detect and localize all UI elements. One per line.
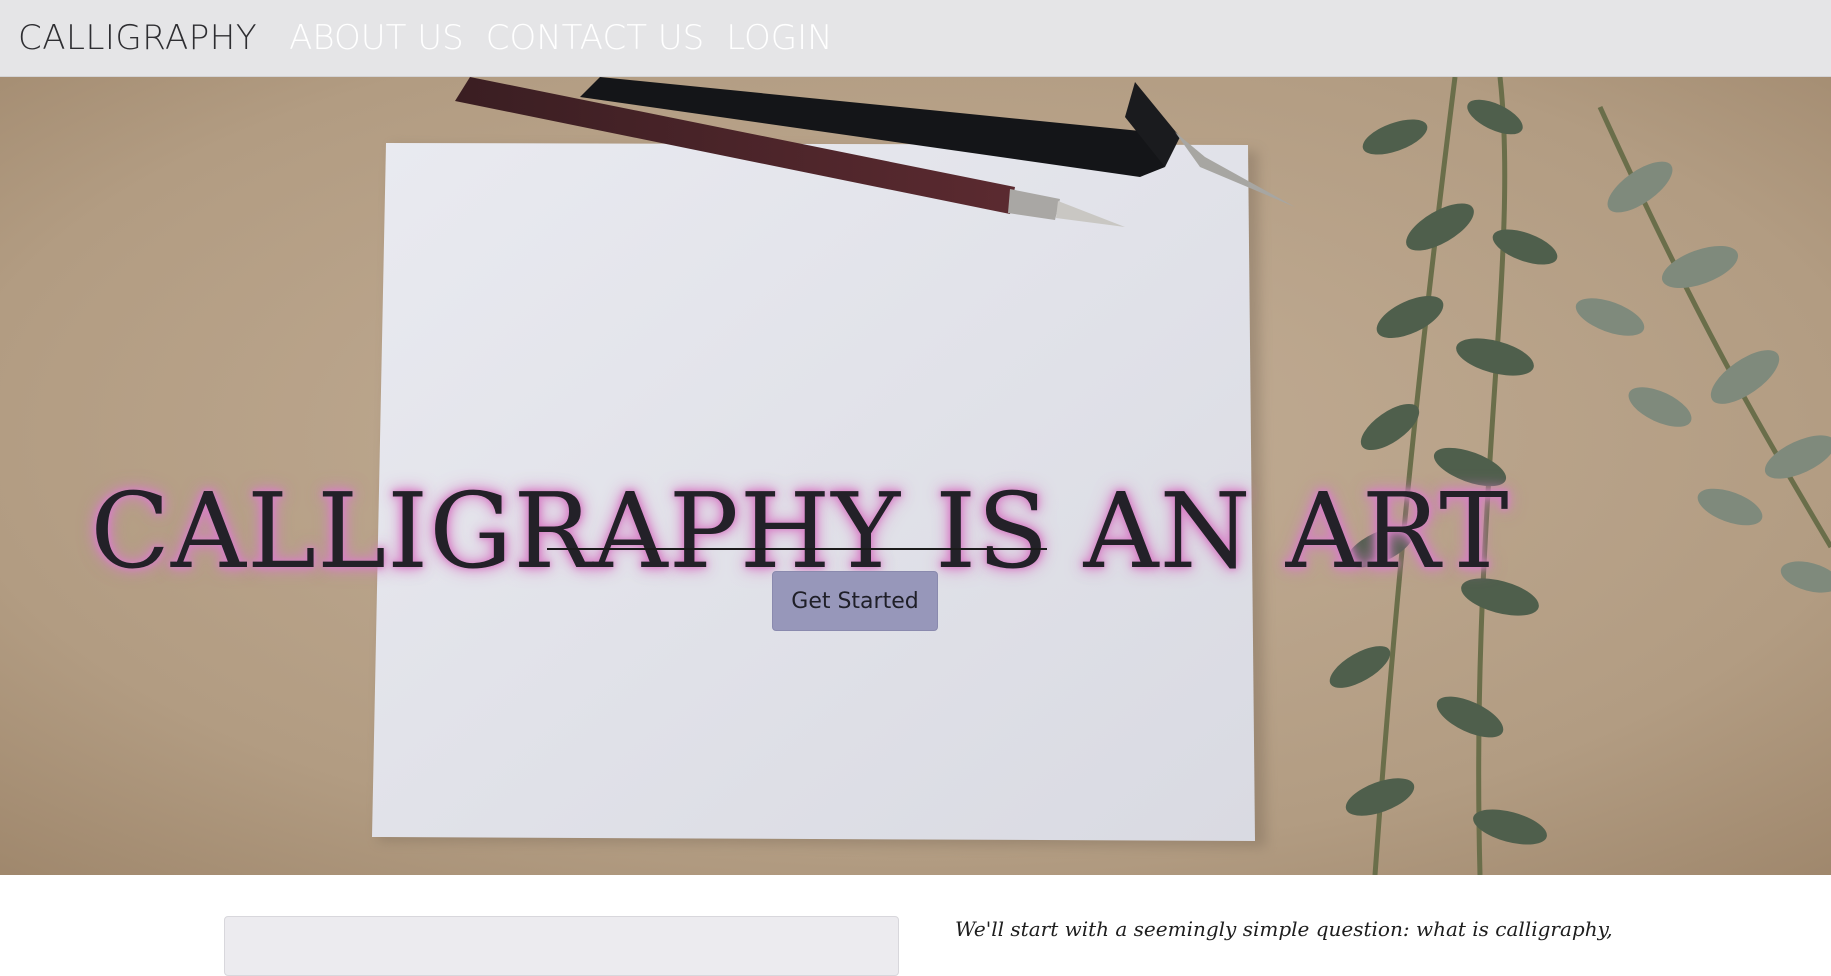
hero-section: CALLIGRAPHY IS AN ART Get Started: [0, 77, 1831, 875]
content-card: [224, 916, 899, 976]
hero-divider: [547, 548, 1047, 550]
intro-paragraph: We'll start with a seemingly simple ques…: [955, 917, 1613, 941]
hero-title: CALLIGRAPHY IS AN ART: [90, 470, 1510, 592]
nav-link-about-us[interactable]: ABOUT US: [289, 21, 464, 55]
nav-link-login[interactable]: LOGIN: [726, 21, 832, 55]
brand-link[interactable]: CALLIGRAPHY: [18, 21, 257, 55]
get-started-button[interactable]: Get Started: [772, 571, 938, 631]
nav-link-contact-us[interactable]: CONTACT US: [486, 21, 705, 55]
top-navbar: CALLIGRAPHY ABOUT US CONTACT US LOGIN: [0, 0, 1831, 77]
